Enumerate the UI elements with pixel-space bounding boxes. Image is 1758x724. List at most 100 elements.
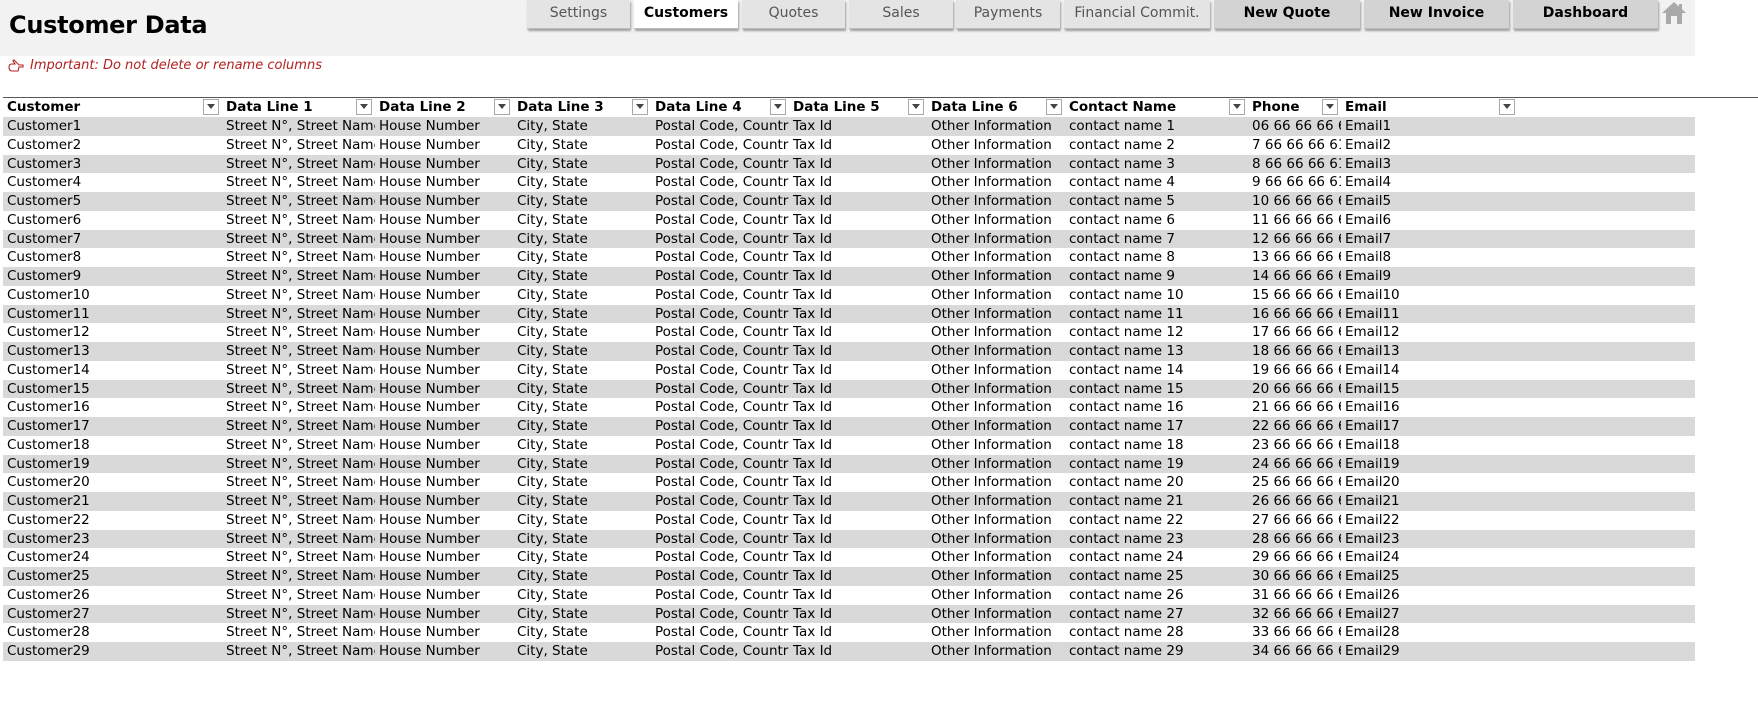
cell-data-line-3[interactable]: City, State [513,267,651,286]
cell-data-line-1[interactable]: Street N°, Street Name [222,586,375,605]
cell-data-line-1[interactable]: Street N°, Street Name [222,623,375,642]
table-row[interactable]: Customer6 Street N°, Street Name House Num… [3,210,1695,230]
cell-data-line-1[interactable]: Street N°, Street Name [222,511,375,530]
cell-data-line-1[interactable]: Street N°, Street Name [222,192,375,211]
cell-customer[interactable]: Customer17 [3,417,222,436]
cell-data-line-6[interactable]: Other Information [927,192,1065,211]
cell-phone[interactable]: 11 66 66 66 61 [1248,211,1341,230]
cell-data-line-4[interactable]: Postal Code, Country [651,173,789,192]
cell-data-line-5[interactable]: Tax Id [789,586,927,605]
cell-data-line-3[interactable]: City, State [513,586,651,605]
cell-data-line-6[interactable]: Other Information [927,361,1065,380]
cell-data-line-1[interactable]: Street N°, Street Name [222,286,375,305]
cell-data-line-5[interactable]: Tax Id [789,305,927,324]
cell-data-line-5[interactable]: Tax Id [789,173,927,192]
cell-data-line-3[interactable]: City, State [513,117,651,136]
cell-data-line-4[interactable]: Postal Code, Country [651,342,789,361]
cell-data-line-6[interactable]: Other Information [927,286,1065,305]
cell-email[interactable]: Email3 [1341,155,1518,174]
filter-dropdown-contact-name[interactable] [1229,99,1245,115]
cell-data-line-6[interactable]: Other Information [927,248,1065,267]
cell-phone[interactable]: 28 66 66 66 61 [1248,530,1341,549]
cell-data-line-4[interactable]: Postal Code, Country [651,286,789,305]
table-row[interactable]: Customer12 Street N°, Street Name House Nu… [3,323,1695,342]
cell-data-line-4[interactable]: Postal Code, Country [651,305,789,324]
cell-phone[interactable]: 34 66 66 66 61 [1248,642,1341,661]
cell-data-line-2[interactable]: House Number [375,586,513,605]
cell-data-line-6[interactable]: Other Information [927,173,1065,192]
cell-email[interactable]: Email12 [1341,323,1518,342]
cell-contact-name[interactable]: contact name 14 [1065,361,1248,380]
cell-data-line-4[interactable]: Postal Code, Country [651,155,789,174]
cell-data-line-2[interactable]: House Number [375,417,513,436]
cell-data-line-2[interactable]: House Number [375,267,513,286]
cell-customer[interactable]: Customer15 [3,380,222,399]
cell-customer[interactable]: Customer19 [3,455,222,474]
cell-phone[interactable]: 16 66 66 66 61 [1248,305,1341,324]
cell-data-line-2[interactable]: House Number [375,511,513,530]
cell-data-line-5[interactable]: Tax Id [789,342,927,361]
table-row[interactable]: Customer14 Street N°, Street Name House Nu… [3,360,1695,380]
cell-data-line-5[interactable]: Tax Id [789,623,927,642]
cell-data-line-3[interactable]: City, State [513,473,651,492]
cell-data-line-2[interactable]: House Number [375,642,513,661]
cell-phone[interactable]: 30 66 66 66 61 [1248,567,1341,586]
cell-phone[interactable]: 25 66 66 66 61 [1248,473,1341,492]
table-row[interactable]: Customer20 Street N°, Street Name House Nu… [3,473,1695,492]
cell-phone[interactable]: 13 66 66 66 61 [1248,248,1341,267]
cell-data-line-1[interactable]: Street N°, Street Name [222,530,375,549]
cell-customer[interactable]: Customer10 [3,286,222,305]
cell-data-line-4[interactable]: Postal Code, Country [651,605,789,624]
cell-data-line-1[interactable]: Street N°, Street Name [222,267,375,286]
cell-data-line-6[interactable]: Other Information [927,305,1065,324]
cell-data-line-3[interactable]: City, State [513,248,651,267]
tab-quotes[interactable]: Quotes [742,0,845,29]
cell-data-line-3[interactable]: City, State [513,380,651,399]
cell-data-line-4[interactable]: Postal Code, Country [651,323,789,342]
cell-contact-name[interactable]: contact name 1 [1065,117,1248,136]
cell-data-line-1[interactable]: Street N°, Street Name [222,417,375,436]
cell-data-line-6[interactable]: Other Information [927,230,1065,249]
cell-contact-name[interactable]: contact name 15 [1065,380,1248,399]
cell-data-line-1[interactable]: Street N°, Street Name [222,305,375,324]
cell-contact-name[interactable]: contact name 23 [1065,530,1248,549]
cell-data-line-6[interactable]: Other Information [927,136,1065,155]
cell-data-line-2[interactable]: House Number [375,530,513,549]
cell-data-line-2[interactable]: House Number [375,136,513,155]
cell-phone[interactable]: 17 66 66 66 61 [1248,323,1341,342]
cell-customer[interactable]: Customer24 [3,548,222,567]
cell-data-line-3[interactable]: City, State [513,642,651,661]
cell-data-line-6[interactable]: Other Information [927,586,1065,605]
cell-email[interactable]: Email26 [1341,586,1518,605]
cell-contact-name[interactable]: contact name 13 [1065,342,1248,361]
cell-data-line-6[interactable]: Other Information [927,211,1065,230]
table-row[interactable]: Customer23 Street N°, Street Name House Nu… [3,529,1695,549]
cell-contact-name[interactable]: contact name 29 [1065,642,1248,661]
cell-data-line-2[interactable]: House Number [375,398,513,417]
cell-data-line-6[interactable]: Other Information [927,455,1065,474]
table-row[interactable]: Customer18 Street N°, Street Name House Nu… [3,435,1695,455]
cell-email[interactable]: Email7 [1341,230,1518,249]
cell-data-line-6[interactable]: Other Information [927,623,1065,642]
cell-data-line-1[interactable]: Street N°, Street Name [222,136,375,155]
table-row[interactable]: Customer28 Street N°, Street Name House Nu… [3,623,1695,642]
cell-phone[interactable]: 27 66 66 66 61 [1248,511,1341,530]
cell-phone[interactable]: 33 66 66 66 61 [1248,623,1341,642]
tab-sales[interactable]: Sales [849,0,953,29]
cell-contact-name[interactable]: contact name 22 [1065,511,1248,530]
cell-customer[interactable]: Customer12 [3,323,222,342]
table-row[interactable]: Customer13 Street N°, Street Name House Nu… [3,342,1695,361]
tab-settings[interactable]: Settings [527,0,630,29]
cell-data-line-4[interactable]: Postal Code, Country [651,436,789,455]
cell-customer[interactable]: Customer27 [3,605,222,624]
cell-data-line-5[interactable]: Tax Id [789,136,927,155]
cell-data-line-4[interactable]: Postal Code, Country [651,248,789,267]
cell-data-line-1[interactable]: Street N°, Street Name [222,230,375,249]
cell-data-line-3[interactable]: City, State [513,511,651,530]
cell-customer[interactable]: Customer2 [3,136,222,155]
cell-data-line-3[interactable]: City, State [513,230,651,249]
cell-phone[interactable]: 14 66 66 66 61 [1248,267,1341,286]
cell-data-line-2[interactable]: House Number [375,230,513,249]
table-row[interactable]: Customer27 Street N°, Street Name House Nu… [3,604,1695,624]
cell-data-line-1[interactable]: Street N°, Street Name [222,361,375,380]
